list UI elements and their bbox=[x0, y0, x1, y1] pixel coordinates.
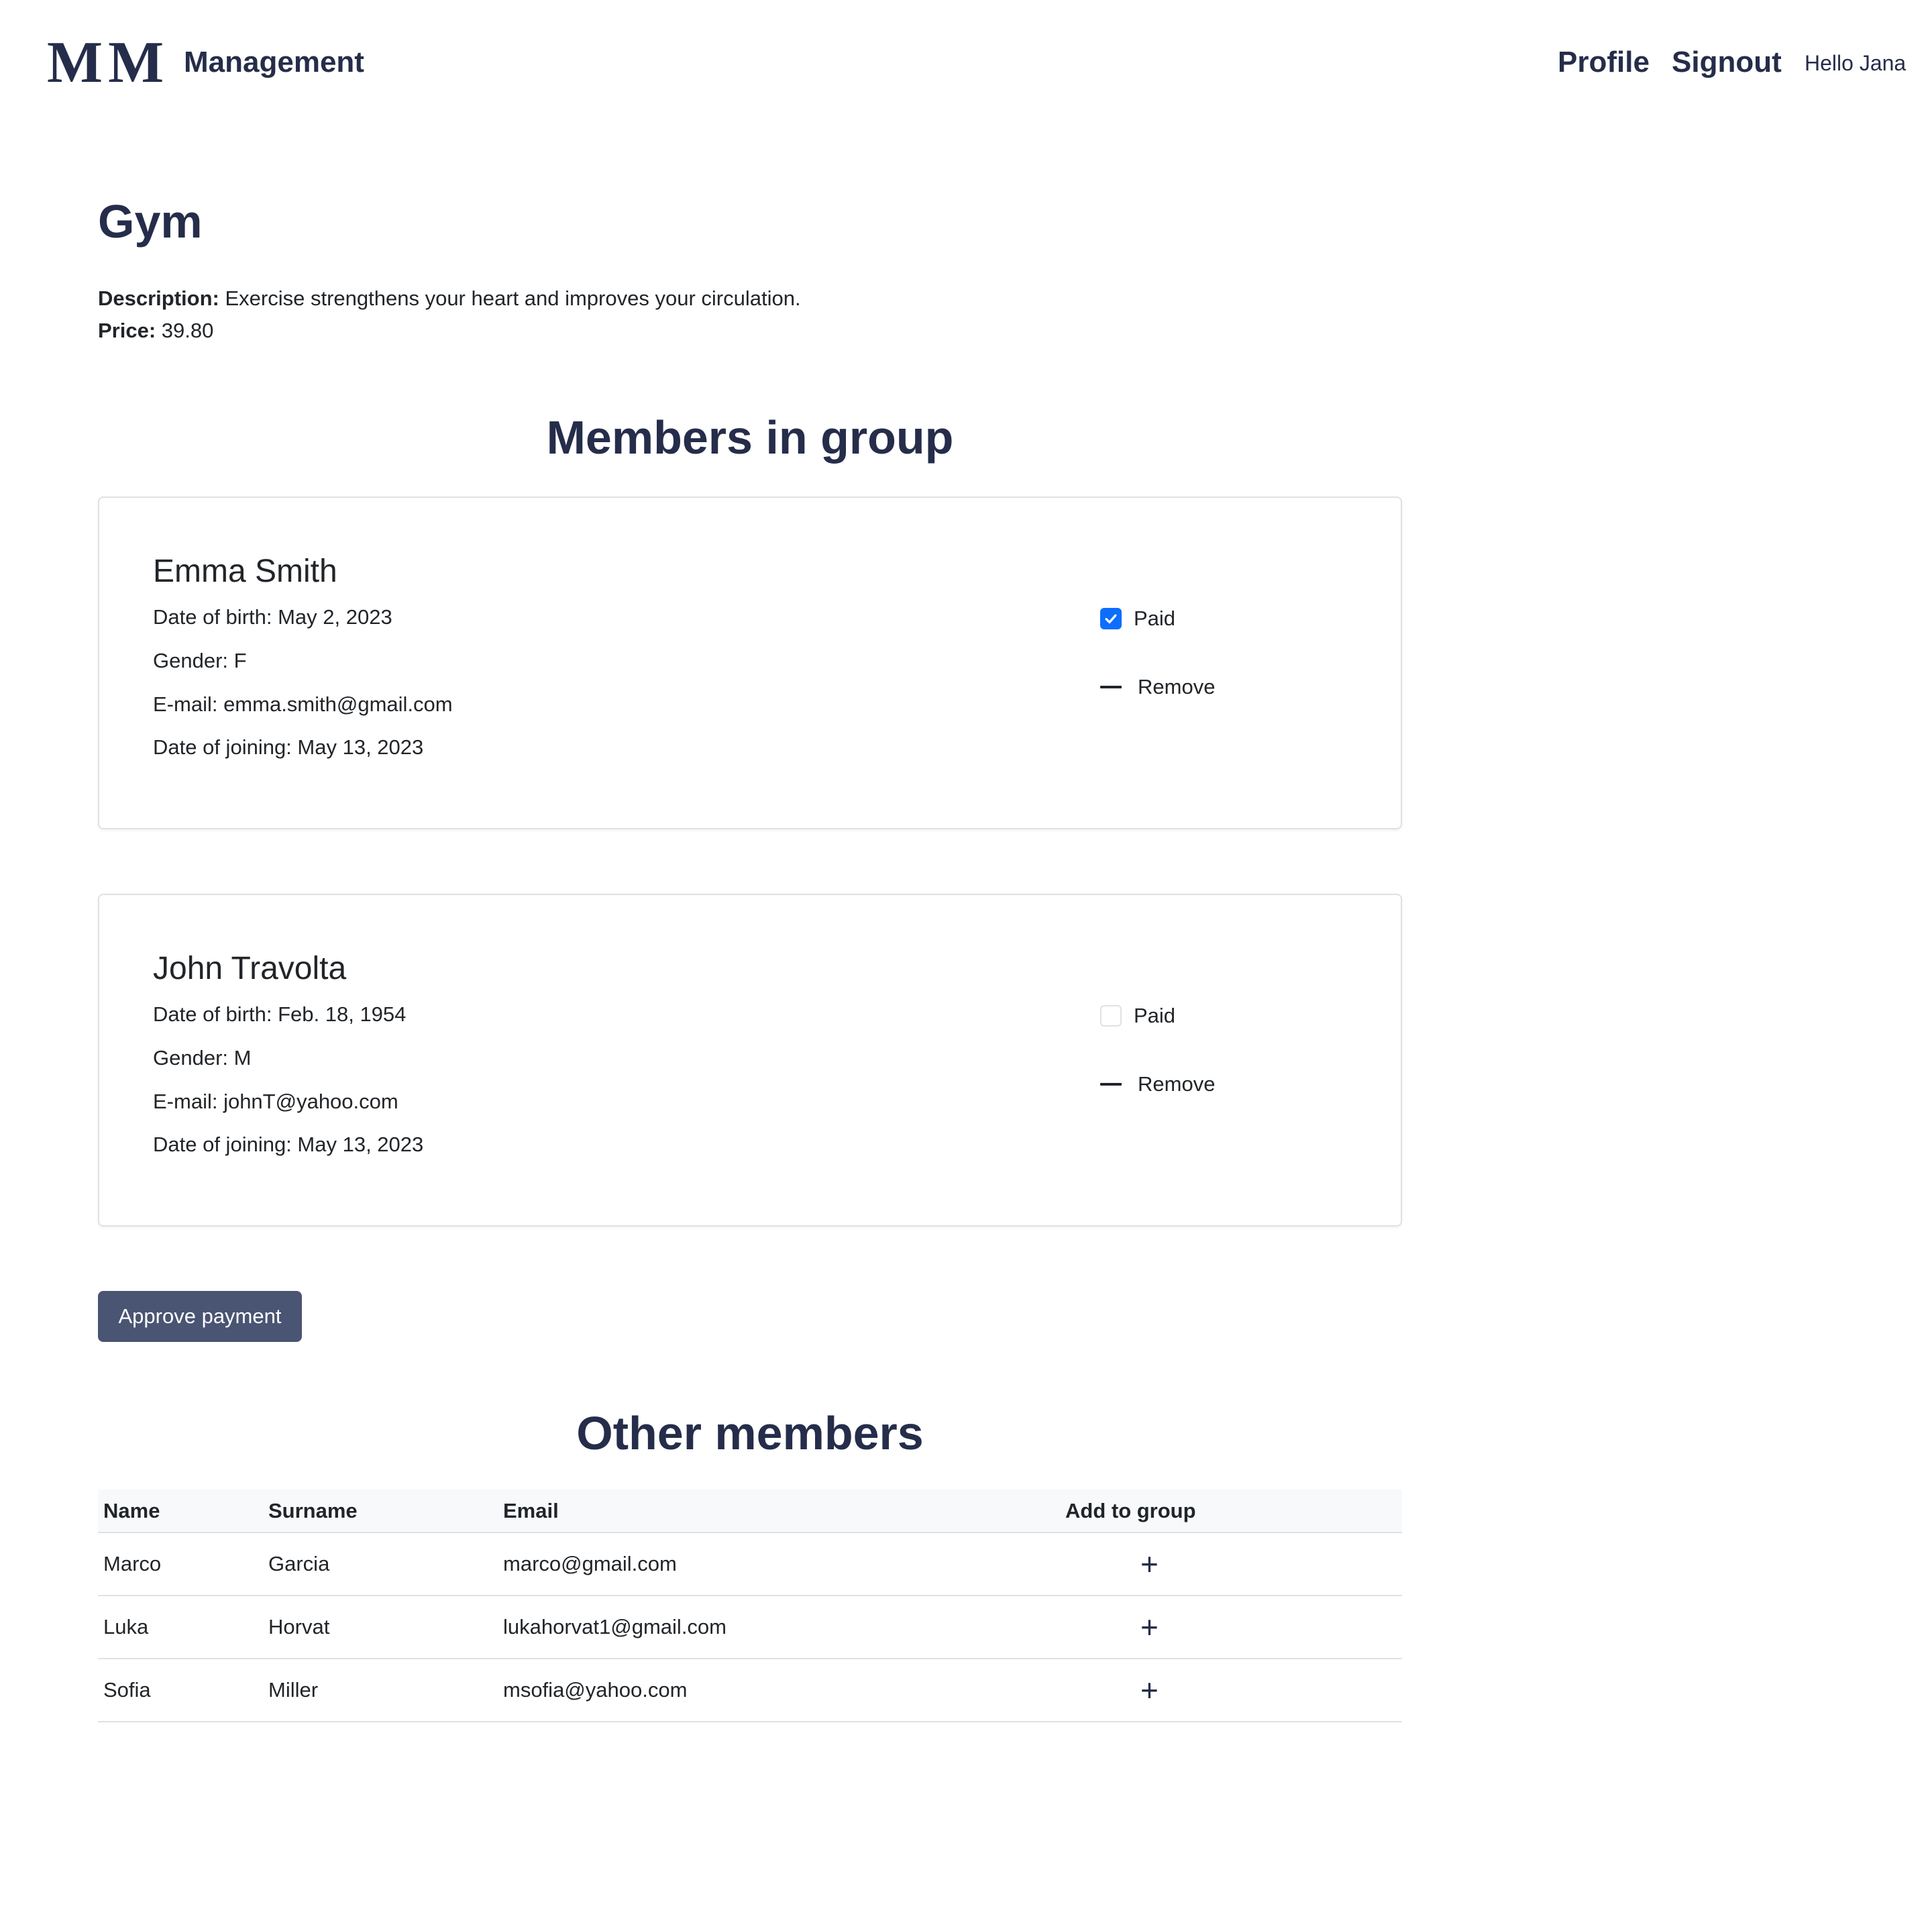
plus-icon[interactable]: + bbox=[1140, 1612, 1159, 1643]
cell-add: + bbox=[1060, 1596, 1402, 1659]
check-icon bbox=[1105, 614, 1117, 624]
price-label: Price: bbox=[98, 319, 156, 342]
remove-label: Remove bbox=[1138, 1072, 1216, 1096]
description-label: Description: bbox=[98, 287, 219, 310]
member-card: Emma Smith Date of birth: May 2, 2023 Ge… bbox=[98, 497, 1402, 829]
member-joined: Date of joining: May 13, 2023 bbox=[153, 735, 424, 759]
column-header-email: Email bbox=[498, 1490, 1060, 1533]
approve-payment-button[interactable]: Approve payment bbox=[98, 1291, 302, 1342]
cell-surname: Garcia bbox=[263, 1532, 498, 1596]
paid-checkbox-group: Paid bbox=[1100, 1002, 1175, 1029]
minus-icon bbox=[1100, 1083, 1122, 1086]
remove-member-button[interactable]: Remove bbox=[1100, 672, 1215, 702]
nav-profile-link[interactable]: Profile bbox=[1558, 46, 1650, 79]
member-dob: Date of birth: May 2, 2023 bbox=[153, 605, 392, 629]
paid-label: Paid bbox=[1134, 607, 1176, 630]
members-section-title: Members in group bbox=[546, 411, 954, 464]
paid-label: Paid bbox=[1134, 1004, 1176, 1027]
cell-add: + bbox=[1060, 1532, 1402, 1596]
remove-label: Remove bbox=[1138, 675, 1216, 698]
member-gender: Gender: M bbox=[153, 1046, 252, 1070]
cell-surname: Miller bbox=[263, 1659, 498, 1722]
top-navbar: M M Management Profile Signout Hello Jan… bbox=[0, 0, 1932, 134]
cell-surname: Horvat bbox=[263, 1596, 498, 1659]
plus-icon[interactable]: + bbox=[1140, 1549, 1159, 1579]
table-header-row: Name Surname Email Add to group bbox=[98, 1490, 1402, 1533]
cell-email: lukahorvat1@gmail.com bbox=[498, 1596, 1060, 1659]
logo-letter-left: M bbox=[47, 30, 103, 95]
price-value: 39.80 bbox=[161, 319, 214, 342]
paid-checkbox-group: Paid bbox=[1100, 605, 1175, 632]
member-email: E-mail: johnT@yahoo.com bbox=[153, 1090, 398, 1113]
table-row: Sofia Miller msofia@yahoo.com + bbox=[98, 1659, 1402, 1722]
cell-name: Marco bbox=[98, 1532, 263, 1596]
minus-icon bbox=[1100, 686, 1122, 688]
cell-name: Luka bbox=[98, 1596, 263, 1659]
group-price: Price: 39.80 bbox=[98, 319, 213, 343]
column-header-name: Name bbox=[98, 1490, 263, 1533]
member-gender: Gender: F bbox=[153, 649, 247, 672]
member-name: Emma Smith bbox=[153, 554, 337, 589]
cell-name: Sofia bbox=[98, 1659, 263, 1722]
column-header-surname: Surname bbox=[263, 1490, 498, 1533]
member-dob: Date of birth: Feb. 18, 1954 bbox=[153, 1002, 407, 1026]
brand-link[interactable]: Management bbox=[184, 46, 364, 79]
column-header-add-to-group: Add to group bbox=[1060, 1490, 1402, 1533]
other-members-section-title: Other members bbox=[576, 1407, 924, 1459]
table-row: Marco Garcia marco@gmail.com + bbox=[98, 1532, 1402, 1596]
logo[interactable]: M M bbox=[47, 30, 164, 95]
paid-checkbox[interactable] bbox=[1100, 1005, 1122, 1027]
cell-email: msofia@yahoo.com bbox=[498, 1659, 1060, 1722]
member-name: John Travolta bbox=[153, 951, 347, 986]
page-title: Gym bbox=[98, 195, 203, 248]
description-value: Exercise strengthens your heart and impr… bbox=[225, 287, 801, 310]
member-email: E-mail: emma.smith@gmail.com bbox=[153, 692, 453, 716]
user-greeting: Hello Jana bbox=[1805, 51, 1907, 75]
other-members-table-wrap: Name Surname Email Add to group Marco Ga… bbox=[98, 1490, 1402, 1722]
table-row: Luka Horvat lukahorvat1@gmail.com + bbox=[98, 1596, 1402, 1659]
member-joined: Date of joining: May 13, 2023 bbox=[153, 1133, 424, 1156]
member-card: John Travolta Date of birth: Feb. 18, 19… bbox=[98, 894, 1402, 1227]
plus-icon[interactable]: + bbox=[1140, 1675, 1159, 1706]
group-description: Description: Exercise strengthens your h… bbox=[98, 287, 801, 311]
cell-add: + bbox=[1060, 1659, 1402, 1722]
other-members-table: Name Surname Email Add to group Marco Ga… bbox=[98, 1490, 1402, 1722]
remove-member-button[interactable]: Remove bbox=[1100, 1070, 1215, 1099]
logo-letter-right: M bbox=[108, 30, 164, 95]
nav-signout-link[interactable]: Signout bbox=[1672, 46, 1782, 79]
cell-email: marco@gmail.com bbox=[498, 1532, 1060, 1596]
paid-checkbox[interactable] bbox=[1100, 608, 1122, 629]
